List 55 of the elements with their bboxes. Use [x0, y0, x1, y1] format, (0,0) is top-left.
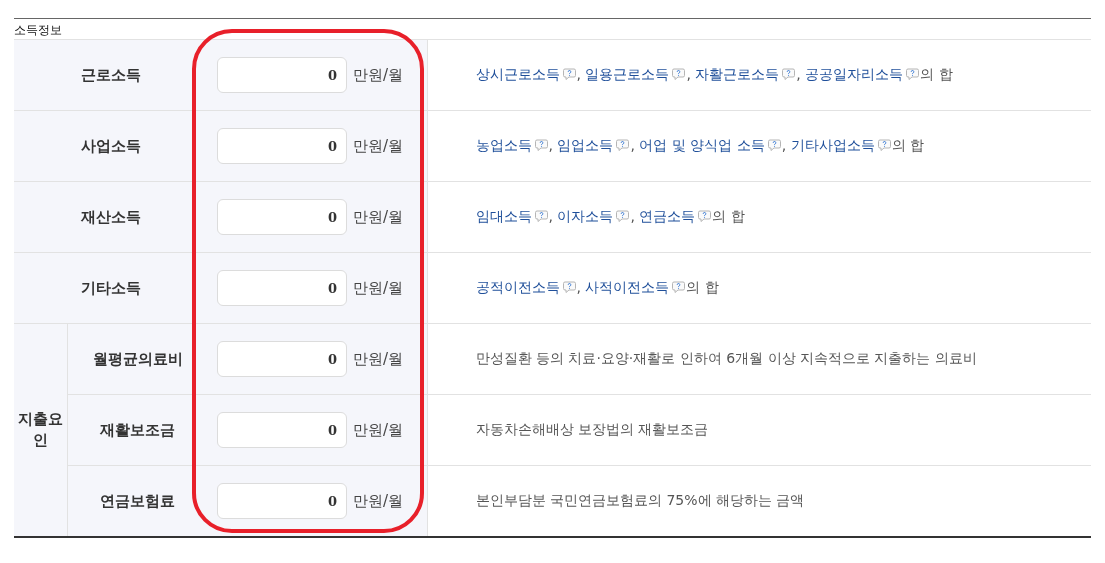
row-label: 연금보험료: [67, 465, 208, 537]
help-bubble-icon[interactable]: [877, 139, 891, 151]
input-field[interactable]: 0: [217, 341, 347, 377]
unit-label: 만원/월: [353, 65, 404, 85]
row-label: 근로소득: [14, 39, 208, 111]
row-label: 사업소득: [14, 110, 208, 182]
info-link[interactable]: 자활근로소득: [695, 66, 780, 82]
unit-label: 만원/월: [353, 278, 404, 298]
info-link[interactable]: 이자소득: [557, 208, 614, 224]
row-label: 월평균의료비: [67, 323, 208, 395]
help-bubble-icon[interactable]: [906, 68, 920, 80]
info-link[interactable]: 공적이전소득: [475, 279, 560, 295]
info-link[interactable]: 임업소득: [557, 137, 614, 153]
group-label: 지출요인: [14, 323, 67, 537]
info-link[interactable]: 임대소득: [475, 208, 532, 224]
info-link[interactable]: 상시근로소득: [475, 66, 560, 82]
help-bubble-icon[interactable]: [698, 210, 712, 222]
help-bubble-icon[interactable]: [534, 139, 548, 151]
description-text: 공적이전소득 , 사적이전소득 의 합: [475, 279, 719, 295]
description-text: 자동차손해배상 보장법의 재활보조금: [475, 421, 709, 437]
unit-label: 만원/월: [353, 420, 404, 440]
description-text: 농업소득 , 임업소득 , 어업 및 양식업 소득 , 기타사업소득 의 합: [475, 137, 925, 153]
help-bubble-icon[interactable]: [616, 139, 630, 151]
info-link[interactable]: 농업소득: [475, 137, 532, 153]
input-field[interactable]: 0: [217, 199, 347, 235]
info-link[interactable]: 연금소득: [639, 208, 696, 224]
description-text: 상시근로소득 , 일용근로소득 , 자활근로소득 , 공공일자리소득 의 합: [475, 66, 953, 82]
description-text: 만성질환 등의 치료·요양·재활로 인하여 6개월 이상 지속적으로 지출하는 의료비: [475, 350, 977, 366]
description-text: 임대소득 , 이자소득 , 연금소득 의 합: [475, 208, 745, 224]
help-bubble-icon[interactable]: [562, 68, 576, 80]
row-label: 기타소득: [14, 252, 208, 324]
input-field[interactable]: 0: [217, 128, 347, 164]
input-field[interactable]: 0: [217, 270, 347, 306]
row-label: 재활보조금: [67, 394, 208, 466]
help-bubble-icon[interactable]: [534, 210, 548, 222]
help-bubble-icon[interactable]: [562, 281, 576, 293]
info-link[interactable]: 일용근로소득: [585, 66, 670, 82]
unit-label: 만원/월: [353, 136, 404, 156]
info-link[interactable]: 사적이전소득: [585, 279, 670, 295]
unit-label: 만원/월: [353, 349, 404, 369]
row-label: 재산소득: [14, 181, 208, 253]
input-field[interactable]: 0: [217, 412, 347, 448]
info-link[interactable]: 기타사업소득: [790, 137, 875, 153]
help-bubble-icon[interactable]: [616, 210, 630, 222]
help-bubble-icon[interactable]: [782, 68, 796, 80]
info-link[interactable]: 어업 및 양식업 소득: [639, 137, 765, 153]
help-bubble-icon[interactable]: [672, 68, 686, 80]
help-bubble-icon[interactable]: [767, 139, 781, 151]
description-text: 본인부담분 국민연금보험료의 75%에 해당하는 금액: [475, 492, 805, 508]
input-field[interactable]: 0: [217, 483, 347, 519]
unit-label: 만원/월: [353, 207, 404, 227]
unit-label: 만원/월: [353, 491, 404, 511]
help-bubble-icon[interactable]: [672, 281, 686, 293]
input-field[interactable]: 0: [217, 57, 347, 93]
info-link[interactable]: 공공일자리소득: [805, 66, 904, 82]
